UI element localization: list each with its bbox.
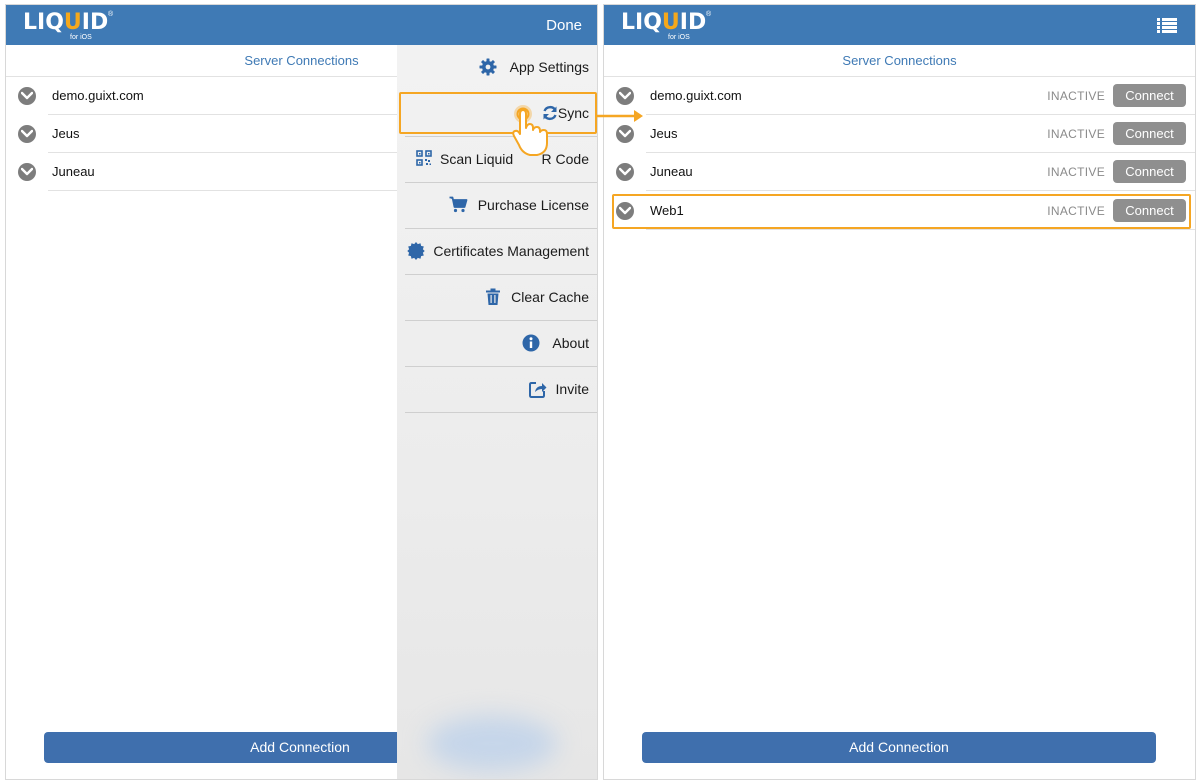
- done-button[interactable]: Done: [546, 17, 582, 34]
- connect-button[interactable]: Connect: [1113, 160, 1186, 183]
- connection-name: Jeus: [650, 126, 678, 141]
- status-label: INACTIVE: [1047, 89, 1105, 103]
- menu-item-invite[interactable]: Invite: [405, 367, 597, 413]
- menu-item-label: Sync: [557, 105, 589, 121]
- chevron-down-icon[interactable]: [616, 163, 634, 181]
- status-label: INACTIVE: [1047, 127, 1105, 141]
- menu-item-label: About: [552, 335, 589, 351]
- menu-item-sync[interactable]: Sync: [405, 91, 597, 137]
- top-bar: LIQUID ® for iOS Done: [6, 5, 597, 45]
- menu-item-clear-cache[interactable]: Clear Cache: [405, 275, 597, 321]
- connection-name: Juneau: [52, 164, 95, 179]
- add-connection-button[interactable]: Add Connection: [642, 732, 1156, 763]
- menu-item-label-tail: R Code: [541, 151, 589, 167]
- trash-icon: [485, 288, 503, 306]
- gear-icon: [479, 58, 497, 76]
- top-bar: LIQUID ® for iOS: [604, 5, 1195, 45]
- menu-item-purchase-license[interactable]: Purchase License: [405, 183, 597, 229]
- divider: [405, 412, 597, 413]
- menu-item-label: App Settings: [509, 59, 589, 75]
- menu-item-about[interactable]: About: [405, 321, 597, 367]
- chevron-down-icon[interactable]: [616, 87, 634, 105]
- menu-list-icon[interactable]: [1157, 18, 1177, 33]
- menu-item-label: Purchase License: [477, 197, 589, 213]
- connection-name: demo.guixt.com: [650, 88, 742, 103]
- connection-name: demo.guixt.com: [52, 88, 144, 103]
- info-icon: [522, 334, 540, 352]
- menu-item-label: Certificates Management: [433, 243, 589, 259]
- menu-item-certificates[interactable]: Certificates Management: [405, 229, 597, 275]
- menu-item-label: Invite: [555, 381, 589, 397]
- chevron-down-icon[interactable]: [18, 87, 36, 105]
- cart-icon: [449, 196, 468, 214]
- menu-item-scan-qr[interactable]: Scan Liquid R Code: [405, 137, 597, 183]
- status-label: INACTIVE: [1047, 165, 1105, 179]
- section-title: Server Connections: [842, 53, 957, 68]
- connection-row-new[interactable]: Web1 INACTIVE Connect: [604, 192, 1195, 230]
- certificate-icon: [407, 242, 425, 260]
- divider: [646, 190, 1195, 191]
- connect-button[interactable]: Connect: [1113, 84, 1186, 107]
- side-menu: App Settings Sync Scan Liquid R Code Pur…: [397, 45, 597, 779]
- connect-button[interactable]: Connect: [1113, 199, 1186, 222]
- connection-name: Juneau: [650, 164, 693, 179]
- menu-item-label: Clear Cache: [511, 289, 589, 305]
- chevron-down-icon[interactable]: [616, 202, 634, 220]
- right-screen: LIQUID ® for iOS Server Connections demo…: [603, 4, 1196, 780]
- share-icon: [529, 380, 547, 398]
- connection-row[interactable]: Jeus INACTIVE Connect: [604, 115, 1195, 153]
- qr-code-icon: [416, 150, 434, 168]
- chevron-down-icon[interactable]: [18, 163, 36, 181]
- sync-icon: [541, 104, 559, 122]
- menu-item-app-settings[interactable]: App Settings: [405, 45, 597, 91]
- connection-name: Web1: [650, 203, 684, 218]
- liquid-logo: LIQUID ® for iOS: [621, 10, 712, 42]
- liquid-logo: LIQUID ® for iOS: [23, 10, 114, 42]
- menu-item-label: Scan Liquid: [440, 151, 514, 167]
- connection-row[interactable]: demo.guixt.com INACTIVE Connect: [604, 77, 1195, 115]
- status-label: INACTIVE: [1047, 204, 1105, 218]
- connection-name: Jeus: [52, 126, 80, 141]
- connect-button[interactable]: Connect: [1113, 122, 1186, 145]
- left-screen: LIQUID ® for iOS Done Server Connections…: [5, 4, 598, 780]
- chevron-down-icon[interactable]: [18, 125, 36, 143]
- connection-row[interactable]: Juneau INACTIVE Connect: [604, 153, 1195, 191]
- menu-glow: [427, 716, 557, 771]
- chevron-down-icon[interactable]: [616, 125, 634, 143]
- divider: [646, 229, 1195, 230]
